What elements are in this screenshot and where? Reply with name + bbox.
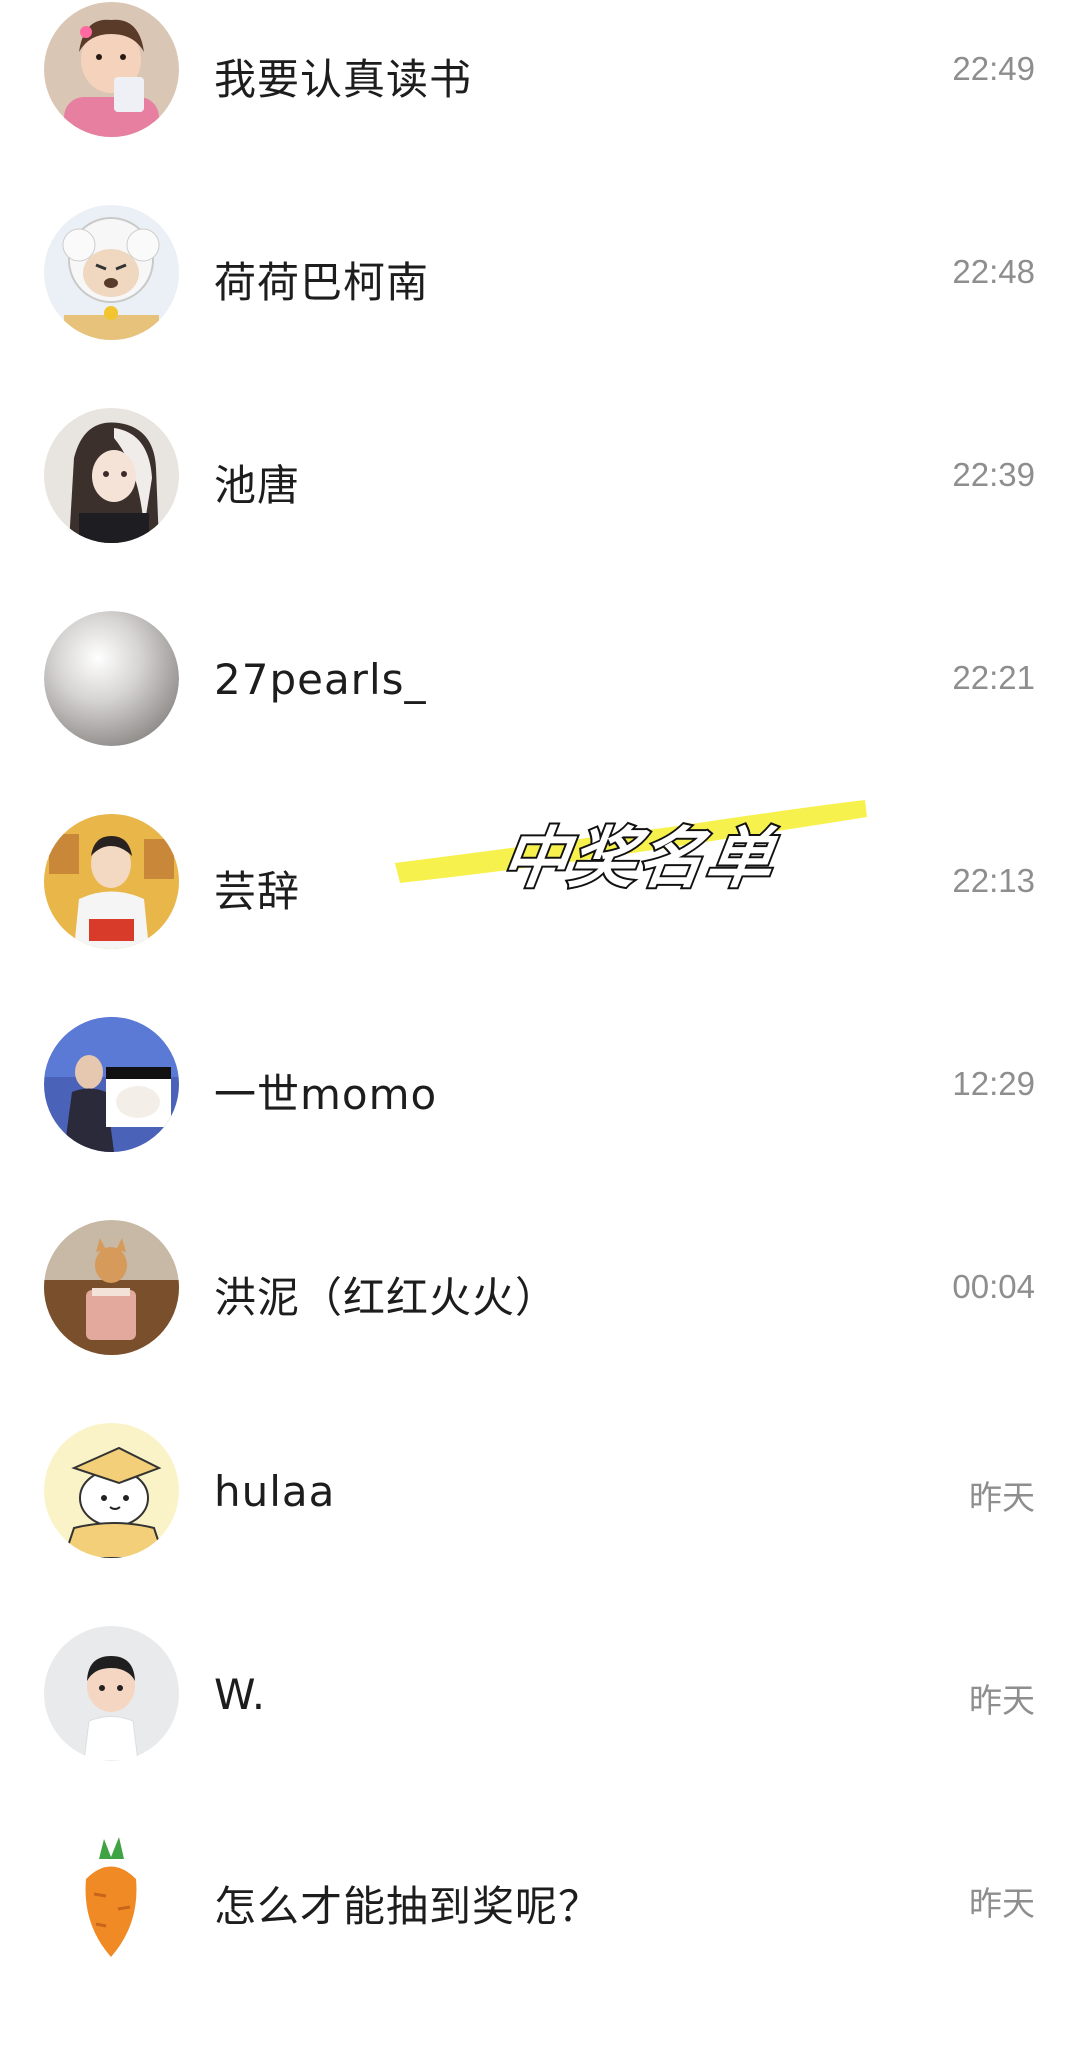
- pearl-avatar[interactable]: [44, 611, 179, 746]
- chat-name: hulaa: [214, 1467, 336, 1516]
- chat-name: 芸辞: [214, 867, 301, 916]
- cartoon-sheep-avatar[interactable]: [44, 205, 179, 340]
- chat-name: 一世momo: [214, 1070, 438, 1119]
- chat-name: 怎么才能抽到奖呢？: [214, 1882, 602, 1931]
- stage-photo-avatar[interactable]: [44, 1017, 179, 1152]
- chat-name: 洪泥（红红火火）: [214, 1273, 559, 1322]
- chat-time: 22:39: [952, 456, 1035, 493]
- cartoon-boy-avatar[interactable]: [44, 1626, 179, 1761]
- chat-row[interactable]: 洪泥（红红火火） 00:04: [0, 1220, 1080, 1459]
- chat-time: 昨天: [969, 1885, 1035, 1922]
- chat-time: 22:21: [952, 659, 1035, 696]
- chat-row[interactable]: 一世momo 12:29: [0, 1017, 1080, 1256]
- cat-drink-avatar[interactable]: [44, 1220, 179, 1355]
- chat-name: 池唐: [214, 461, 301, 510]
- chat-time: 昨天: [969, 1682, 1035, 1719]
- chat-row[interactable]: 我要认真读书 22:49: [0, 2, 1080, 241]
- chat-name: 我要认真读书: [214, 55, 473, 104]
- chat-list: 我要认真读书 22:49 荷荷巴柯南 22:48 池唐 22:39 27pear…: [0, 0, 1080, 1995]
- chat-name: W.: [214, 1670, 267, 1719]
- carrot-avatar[interactable]: [44, 1829, 179, 1964]
- chat-time: 22:49: [952, 50, 1035, 87]
- chat-name: 荷荷巴柯南: [214, 258, 430, 307]
- anime-girl-avatar[interactable]: [44, 408, 179, 543]
- cartoon-dog-graduate-avatar[interactable]: [44, 1423, 179, 1558]
- chat-row[interactable]: W. 昨天: [0, 1626, 1080, 1865]
- chat-time: 00:04: [952, 1268, 1035, 1305]
- chat-time: 22:48: [952, 253, 1035, 290]
- girl-photo-avatar[interactable]: [44, 2, 179, 137]
- chat-name: 27pearls_: [214, 655, 427, 704]
- prize-list-title: 中奖名单: [495, 818, 782, 899]
- chat-row[interactable]: hulaa 昨天: [0, 1423, 1080, 1662]
- prize-list-banner: 中奖名单: [385, 785, 885, 899]
- chat-time: 22:13: [952, 862, 1035, 899]
- chat-row[interactable]: 荷荷巴柯南 22:48: [0, 205, 1080, 444]
- chat-time: 昨天: [969, 1479, 1035, 1516]
- chat-row[interactable]: 怎么才能抽到奖呢？ 昨天: [0, 1829, 1080, 2068]
- man-photo-avatar[interactable]: [44, 814, 179, 949]
- chat-time: 12:29: [952, 1065, 1035, 1102]
- chat-row[interactable]: 池唐 22:39: [0, 408, 1080, 647]
